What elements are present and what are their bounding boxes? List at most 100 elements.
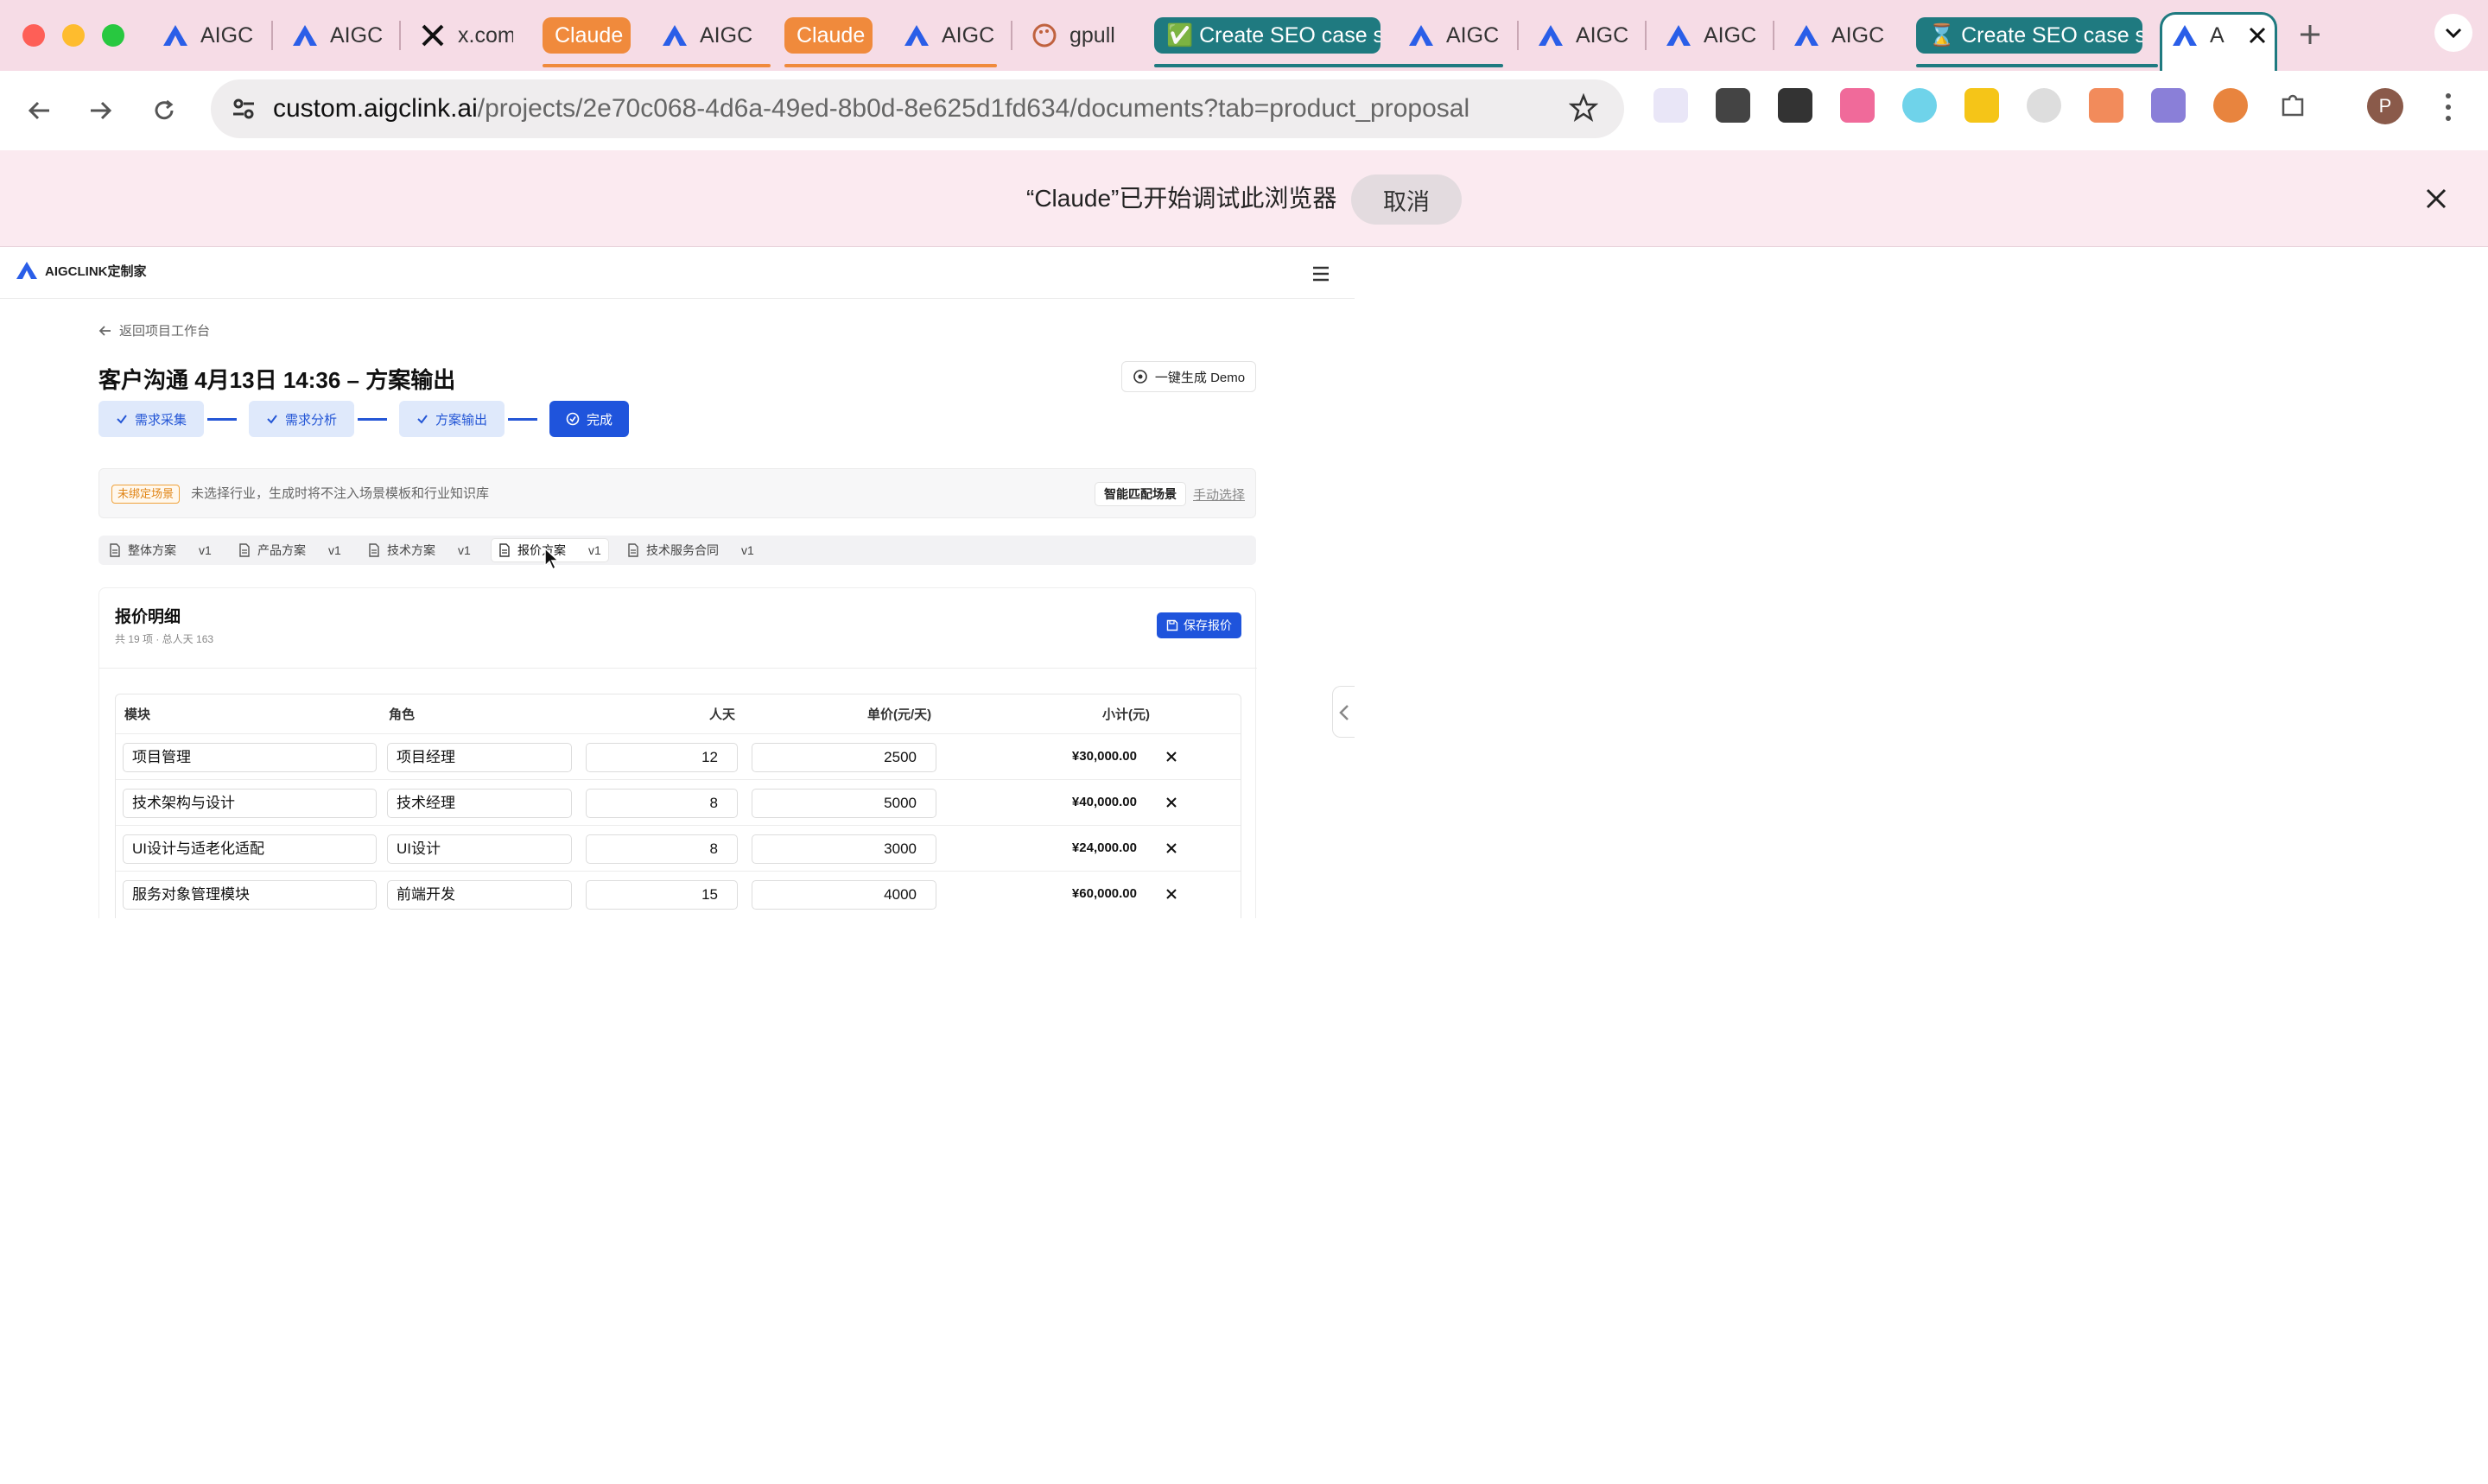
doc-version: v1 [588,543,601,557]
tab-search-button[interactable] [2434,14,2472,52]
unit-price-input[interactable]: 5000 [752,789,936,818]
close-tab-icon[interactable] [2248,26,2267,45]
banner-message: 未选择行业，生成时将不注入场景模板和行业知识库 [191,486,490,501]
active-tab-content[interactable]: A [2170,7,2272,64]
extension-icon[interactable] [1840,88,1875,123]
browser-tab[interactable]: gpull [1030,7,1133,64]
browser-tab[interactable]: AIGC [1792,7,1887,64]
module-input[interactable]: 技术架构与设计 [123,789,377,818]
extension-icon[interactable] [1964,88,1999,123]
delete-row-icon[interactable] [1163,840,1180,857]
browser-tab[interactable]: AIGC [1536,7,1631,64]
browser-tab[interactable]: AIGC [161,7,256,64]
extension-icon[interactable] [2213,88,2248,123]
side-panel-toggle[interactable] [1332,686,1355,738]
tab-group-claude[interactable]: Claude [784,17,873,54]
close-icon[interactable] [2419,181,2453,216]
extension-icon[interactable] [2151,88,2186,123]
menu-icon[interactable] [1310,263,1332,285]
role-input[interactable]: 项目经理 [387,743,572,772]
aigc-logo-icon [1664,21,1693,50]
days-input[interactable]: 8 [586,789,738,818]
profile-avatar[interactable]: P [2367,88,2403,124]
chevron-left-icon [1338,704,1350,721]
step-connector [358,418,387,421]
check-icon [416,413,428,425]
logo-text: AIGCLINK定制家 [45,263,147,279]
browser-tab[interactable]: AIGC [290,7,385,64]
tab-title: A [2210,22,2225,48]
reload-button[interactable] [143,90,185,131]
tab-group-claude[interactable]: Claude [543,17,631,54]
url-path: /projects/2e70c068-4d6a-49ed-8b0d-8e625d… [477,94,1470,123]
unit-price-input[interactable]: 3000 [752,834,936,864]
save-icon [1166,619,1178,631]
step-requirement-collection[interactable]: 需求采集 [98,401,204,437]
module-input[interactable]: 项目管理 [123,743,377,772]
delete-row-icon[interactable] [1163,748,1180,765]
manual-select-link[interactable]: 手动选择 [1193,485,1245,504]
browser-tab[interactable]: AIGC [902,7,997,64]
tab-tech-proposal[interactable]: 技术方案 v1 [361,538,478,562]
close-window-button[interactable] [22,24,45,47]
days-input[interactable]: 12 [586,743,738,772]
save-quote-button[interactable]: 保存报价 [1157,612,1241,638]
tab-separator [1773,21,1774,50]
table-row: 技术架构与设计 技术经理 8 5000 ¥40,000.00 [116,779,1241,825]
tab-group-seo[interactable]: ⌛ Create SEO case s [1916,17,2142,54]
tab-overall-proposal[interactable]: 整体方案 v1 [102,538,219,562]
days-input[interactable]: 15 [586,880,738,910]
generate-demo-button[interactable]: 一键生成 Demo [1121,361,1256,392]
step-complete[interactable]: 完成 [549,401,629,437]
extension-icon[interactable] [2089,88,2123,123]
extensions-puzzle-icon[interactable] [2275,88,2310,123]
delete-row-icon[interactable] [1163,885,1180,903]
role-input[interactable]: 前端开发 [387,880,572,910]
step-proposal-output[interactable]: 方案输出 [399,401,505,437]
app-logo[interactable]: AIGCLINK定制家 [16,261,147,280]
browser-tab[interactable]: x.com [418,7,513,64]
back-button[interactable] [19,90,60,131]
cancel-debugging-button[interactable]: 取消 [1351,174,1462,225]
extension-icon[interactable] [1902,88,1937,123]
column-header: 角色 [389,707,416,722]
doc-tab-label: 技术方案 [387,543,435,557]
module-input[interactable]: 服务对象管理模块 [123,880,377,910]
delete-row-icon[interactable] [1163,794,1180,811]
back-to-workbench-link[interactable]: 返回项目工作台 [98,321,210,339]
tab-service-contract[interactable]: 技术服务合同 v1 [620,538,761,562]
address-bar[interactable]: custom.aigclink.ai/projects/2e70c068-4d6… [211,79,1624,138]
role-input[interactable]: 技术经理 [387,789,572,818]
quotation-table: 模块 角色 人天 单价(元/天) 小计(元) 项目管理 项目经理 12 2500… [115,694,1241,918]
bookmark-star-icon[interactable] [1569,93,1598,123]
url-text[interactable]: custom.aigclink.ai/projects/2e70c068-4d6… [273,79,1469,138]
tab-separator [1645,21,1647,50]
forward-button[interactable] [79,90,121,131]
demo-button-label: 一键生成 Demo [1154,370,1246,385]
url-host: custom.aigclink.ai [273,94,478,123]
smart-match-scene-button[interactable]: 智能匹配场景 [1095,482,1186,506]
browser-tab[interactable]: AIGC [660,7,755,64]
browser-menu-icon[interactable] [2438,90,2459,124]
zoom-window-button[interactable] [102,24,124,47]
module-input[interactable]: UI设计与适老化适配 [123,834,377,864]
tab-title: AIGC [700,22,753,48]
step-requirement-analysis[interactable]: 需求分析 [249,401,354,437]
browser-tab[interactable]: AIGC [1664,7,1759,64]
new-tab-button[interactable] [2294,19,2326,50]
check-icon [266,413,278,425]
days-input[interactable]: 8 [586,834,738,864]
tab-product-proposal[interactable]: 产品方案 v1 [232,538,348,562]
extension-icon[interactable] [2027,88,2061,123]
extension-icon[interactable] [1653,88,1688,123]
site-settings-icon[interactable] [230,95,257,123]
tab-group-seo[interactable]: ✅ Create SEO case s [1154,17,1380,54]
minimize-window-button[interactable] [62,24,85,47]
tab-title: AIGC [1704,22,1757,48]
browser-tab[interactable]: AIGC [1406,7,1501,64]
extension-icon[interactable] [1778,88,1812,123]
unit-price-input[interactable]: 4000 [752,880,936,910]
role-input[interactable]: UI设计 [387,834,572,864]
extension-icon[interactable] [1716,88,1750,123]
unit-price-input[interactable]: 2500 [752,743,936,772]
